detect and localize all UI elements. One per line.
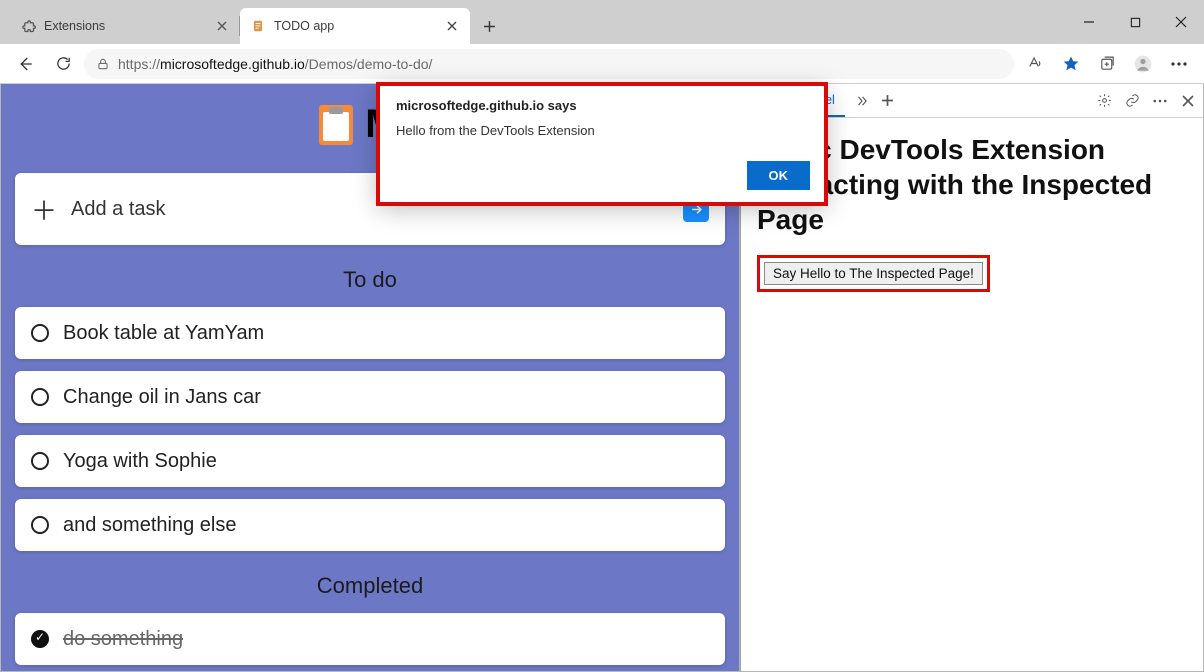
plus-icon: ＋ [31, 191, 57, 228]
browser-tab-todo-app[interactable]: TODO app [240, 8, 470, 44]
plus-icon[interactable] [879, 92, 897, 110]
profile-button[interactable] [1126, 48, 1160, 80]
task-row[interactable]: Change oil in Jans car [15, 371, 725, 423]
alert-title: microsoftedge.github.io says [396, 98, 808, 113]
tab-strip: Extensions TODO app [0, 0, 1066, 44]
task-row[interactable]: Book table at YamYam [15, 307, 725, 359]
back-button[interactable] [8, 48, 42, 80]
task-row[interactable]: and something else [15, 499, 725, 551]
chevron-double-right-icon[interactable] [853, 92, 871, 110]
alert-dialog: microsoftedge.github.io says Hello from … [378, 84, 826, 202]
more-icon[interactable] [1151, 92, 1169, 110]
add-task-placeholder: Add a task [71, 198, 166, 221]
circle-icon[interactable] [31, 324, 49, 342]
section-heading-todo: To do [15, 267, 725, 293]
app-menu-button[interactable] [1162, 48, 1196, 80]
tab-title: TODO app [274, 19, 436, 33]
clipboard-icon [319, 105, 353, 145]
url-text: https://microsoftedge.github.io/Demos/de… [118, 56, 432, 72]
url-host: microsoftedge.github.io [160, 56, 305, 72]
close-icon[interactable] [214, 18, 230, 34]
window-controls [1066, 0, 1204, 44]
new-tab-button[interactable] [474, 11, 504, 41]
browser-tab-extensions[interactable]: Extensions [10, 8, 240, 44]
puzzle-piece-icon [20, 18, 36, 34]
gear-icon[interactable] [1095, 92, 1113, 110]
check-circle-icon[interactable] [31, 630, 49, 648]
task-text: do something [63, 628, 183, 651]
highlight-box: Say Hello to The Inspected Page! [757, 255, 990, 292]
address-field[interactable]: https://microsoftedge.github.io/Demos/de… [84, 49, 1014, 79]
task-row[interactable]: Yoga with Sophie [15, 435, 725, 487]
favorite-button[interactable] [1054, 48, 1088, 80]
ok-button[interactable]: OK [747, 161, 811, 190]
collections-button[interactable] [1090, 48, 1124, 80]
lock-icon [96, 57, 110, 71]
tab-title: Extensions [44, 19, 206, 33]
maximize-button[interactable] [1112, 0, 1158, 44]
say-hello-button[interactable]: Say Hello to The Inspected Page! [764, 262, 983, 285]
url-prefix: https:// [118, 56, 160, 72]
url-path: /Demos/demo-to-do/ [305, 56, 433, 72]
read-aloud-button[interactable] [1018, 48, 1052, 80]
circle-icon[interactable] [31, 516, 49, 534]
task-text: Change oil in Jans car [63, 386, 261, 409]
refresh-button[interactable] [46, 48, 80, 80]
task-text: Yoga with Sophie [63, 450, 217, 473]
close-icon[interactable] [1179, 92, 1197, 110]
alert-message: Hello from the DevTools Extension [396, 123, 808, 138]
circle-icon[interactable] [31, 452, 49, 470]
task-text: Book table at YamYam [63, 322, 264, 345]
circle-icon[interactable] [31, 388, 49, 406]
window-close-button[interactable] [1158, 0, 1204, 44]
task-text: and something else [63, 514, 236, 537]
section-heading-completed: Completed [15, 573, 725, 599]
task-row-completed[interactable]: do something [15, 613, 725, 665]
link-icon[interactable] [1123, 92, 1141, 110]
document-icon [250, 18, 266, 34]
minimize-button[interactable] [1066, 0, 1112, 44]
close-icon[interactable] [444, 18, 460, 34]
address-bar: https://microsoftedge.github.io/Demos/de… [0, 44, 1204, 84]
browser-titlebar: Extensions TODO app [0, 0, 1204, 44]
